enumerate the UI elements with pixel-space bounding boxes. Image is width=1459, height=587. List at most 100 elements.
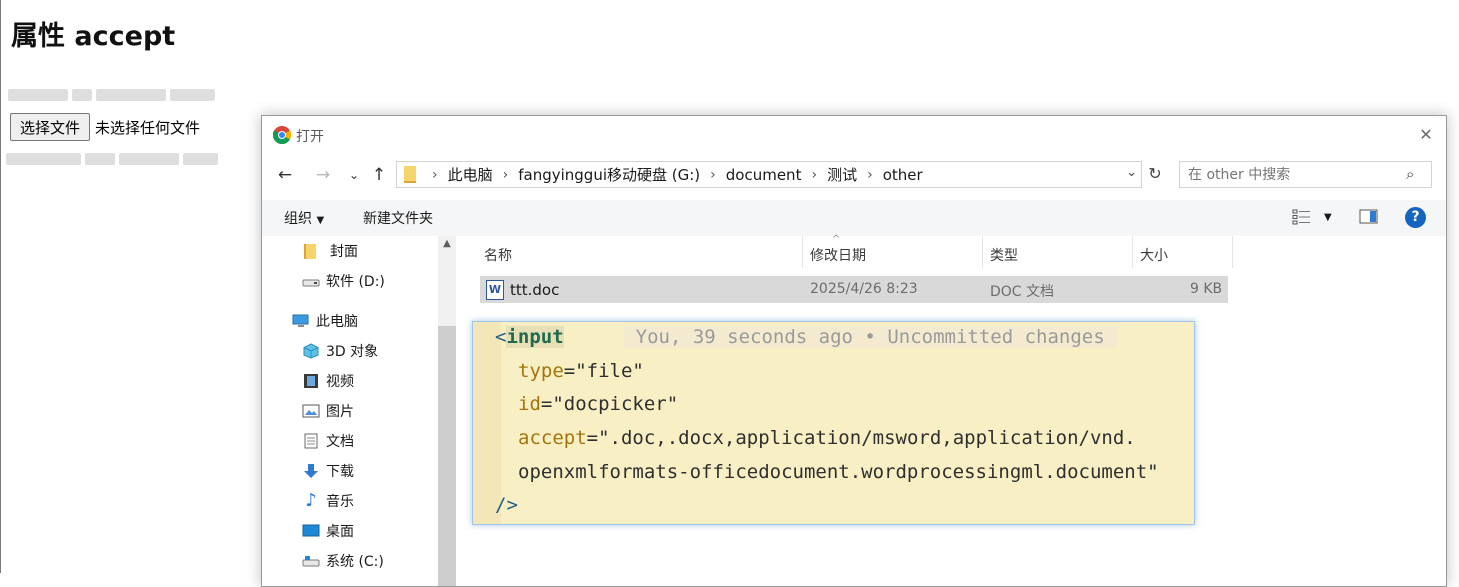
nav-item-label: 系统 (C:) (326, 554, 384, 570)
view-options-icon[interactable] (1292, 208, 1312, 226)
nav-item-label: 下载 (326, 464, 354, 480)
file-status-text: 未选择任何文件 (95, 118, 201, 137)
git-blame-annotation: You, 39 seconds ago • Uncommitted change… (623, 326, 1117, 348)
scroll-thumb[interactable] (438, 326, 456, 586)
desktop-icon (302, 524, 320, 537)
breadcrumb-item[interactable]: fangyinggui移动硬盘 (G:) (518, 164, 700, 185)
file-name: ttt.doc (510, 280, 560, 299)
blurred-file-row-bottom (4, 150, 224, 168)
search-input[interactable] (1179, 161, 1432, 188)
scroll-up-icon[interactable]: ▲ (438, 238, 456, 249)
nav-item-system-drive[interactable]: 系统 (C:) (302, 550, 384, 572)
breadcrumb-item[interactable]: other (883, 166, 923, 184)
dialog-navbar: ← → ⌄ ↑ › 此电脑 › fangyinggui移动硬盘 (G:) › d… (262, 160, 1446, 190)
nav-item-documents[interactable]: 文档 (302, 430, 354, 452)
folder-icon (304, 243, 316, 259)
nav-item-label: 视频 (326, 374, 354, 390)
view-options-caret-icon[interactable]: ▼ (1324, 212, 1332, 223)
video-icon (304, 374, 318, 388)
address-dropdown-chevron-icon[interactable]: ⌄ (1126, 165, 1137, 180)
nav-item-label: 图片 (326, 404, 354, 420)
attr-equals: = (586, 427, 599, 449)
nav-item-desktop[interactable]: 桌面 (302, 520, 354, 542)
page-title: 属性 accept (11, 21, 176, 52)
nav-item-3d-objects[interactable]: 3D 对象 (302, 340, 378, 362)
attr-value: ".doc,.docx,application/msword,applicati… (598, 427, 1136, 449)
code-line-open-tag: <input You, 39 seconds ago • Uncommitted … (495, 322, 1117, 352)
recent-locations-chevron-icon[interactable]: ⌄ (346, 163, 362, 187)
code-line-attr: id="docpicker" (518, 389, 678, 419)
file-input-row: 选择文件 未选择任何文件 (10, 112, 200, 142)
nav-item-software-drive[interactable]: 软件 (D:) (302, 270, 385, 292)
breadcrumb-separator-icon: › (811, 166, 818, 183)
navigation-pane: 封面 软件 (D:) 此电脑 3D 对象 视频 图片 文档 下载 ♪ 音乐 桌面… (262, 236, 456, 586)
back-arrow-icon[interactable]: ← (274, 163, 296, 187)
help-icon[interactable]: ? (1405, 207, 1426, 228)
pictures-icon (302, 404, 320, 418)
file-modified: 2025/4/26 8:23 (810, 281, 918, 297)
breadcrumb-item[interactable]: 此电脑 (448, 164, 493, 185)
nav-item-music[interactable]: ♪ 音乐 (302, 490, 354, 512)
column-divider[interactable] (982, 236, 983, 268)
word-document-icon: W (486, 279, 504, 300)
attr-equals: = (540, 393, 553, 415)
breadcrumb-separator-icon: › (432, 166, 438, 183)
breadcrumb-item[interactable]: 测试 (827, 164, 857, 185)
dialog-titlebar: 打开 ✕ (262, 116, 1446, 154)
attr-value: "file" (575, 360, 644, 382)
choose-file-button[interactable]: 选择文件 (10, 113, 91, 141)
refresh-icon[interactable]: ↻ (1144, 162, 1166, 186)
page-left-border (0, 0, 1, 573)
music-icon: ♪ (305, 490, 317, 511)
search-icon[interactable]: ⌕ (1406, 165, 1414, 183)
nav-item-label: 3D 对象 (326, 344, 379, 360)
nav-item-label: 音乐 (326, 494, 354, 510)
breadcrumb-separator-icon: › (502, 166, 509, 183)
code-line-close-tag: /> (495, 494, 518, 516)
breadcrumb-separator-icon: › (710, 166, 716, 183)
file-type: DOC 文档 (990, 284, 1055, 300)
attr-name: accept (518, 427, 587, 449)
navigation-scrollbar[interactable]: ▲ (438, 236, 456, 586)
close-icon[interactable]: ✕ (1414, 123, 1438, 147)
nav-item-this-pc[interactable]: 此电脑 (292, 310, 358, 332)
code-line-continuation: openxmlformats-officedocument.wordproces… (518, 461, 1159, 483)
address-bar[interactable]: › 此电脑 › fangyinggui移动硬盘 (G:) › document … (396, 161, 1142, 188)
attr-value: "docpicker" (552, 393, 679, 415)
attr-name: type (518, 360, 564, 382)
breadcrumb-item[interactable]: document (726, 166, 802, 184)
column-divider[interactable] (802, 236, 803, 268)
organize-label: 组织 (284, 211, 312, 227)
organize-button[interactable]: 组织 ▼ (284, 208, 324, 228)
code-line-attr: type="file" (518, 356, 644, 386)
3d-objects-icon (303, 343, 319, 359)
nav-item-videos[interactable]: 视频 (302, 370, 354, 392)
column-divider[interactable] (1232, 236, 1233, 268)
nav-item-label: 此电脑 (316, 314, 358, 330)
new-folder-button[interactable]: 新建文件夹 (363, 208, 433, 228)
tag-bracket: < (495, 326, 507, 348)
column-header-size[interactable]: 大小 (1140, 244, 1168, 268)
up-arrow-icon[interactable]: ↑ (368, 163, 390, 187)
column-divider[interactable] (1132, 236, 1133, 268)
breadcrumb-separator-icon: › (867, 166, 873, 183)
address-folder-icon (404, 166, 416, 183)
nav-item-label: 封面 (330, 244, 358, 260)
preview-pane-icon[interactable] (1359, 208, 1379, 226)
column-header-modified[interactable]: 修改日期 (810, 244, 866, 268)
nav-item-pictures[interactable]: 图片 (302, 400, 354, 422)
column-header-type[interactable]: 类型 (990, 244, 1018, 268)
chrome-logo-icon (273, 126, 291, 144)
downloads-icon (304, 464, 318, 478)
breadcrumb: › 此电脑 › fangyinggui移动硬盘 (G:) › document … (422, 164, 923, 185)
file-row-selected[interactable]: W ttt.doc 2025/4/26 8:23 DOC 文档 9 KB (480, 276, 1228, 303)
attr-name: id (518, 393, 541, 415)
nav-item-downloads[interactable]: 下载 (302, 460, 354, 482)
computer-icon (292, 314, 309, 327)
nav-item-label: 桌面 (326, 524, 354, 540)
forward-arrow-icon[interactable]: → (312, 163, 334, 187)
tag-name: input (506, 326, 564, 348)
column-header-name[interactable]: 名称 (484, 244, 512, 268)
documents-icon (304, 433, 318, 449)
nav-item-cover[interactable]: 封面 (302, 240, 358, 262)
